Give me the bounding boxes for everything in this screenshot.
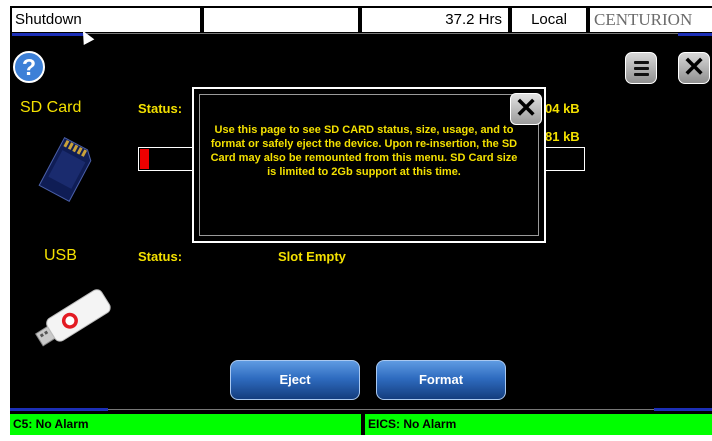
control-mode: Local (512, 8, 586, 32)
menu-icon-line (634, 67, 649, 70)
close-icon: ✕ (514, 93, 538, 123)
alarm-status-eics[interactable]: EICS: No Alarm (365, 414, 712, 435)
sd-card-icon (38, 136, 92, 202)
machine-state: Shutdown (12, 8, 200, 32)
top-bar-blank-cell (204, 8, 358, 32)
sd-card-title: SD Card (20, 99, 82, 116)
format-button[interactable]: Format (376, 360, 506, 400)
help-button[interactable]: ? (13, 51, 45, 83)
dialog-close-button[interactable]: ✕ (510, 93, 542, 125)
usb-status-value: Slot Empty (278, 249, 346, 264)
usb-drive-icon (34, 289, 111, 347)
close-icon: ✕ (682, 52, 706, 82)
help-dialog-text: Use this page to see SD CARD status, siz… (210, 124, 518, 178)
engine-hours: 37.2 Hrs (362, 8, 508, 32)
question-icon: ? (21, 54, 37, 80)
sd-usage-bar (138, 147, 193, 171)
bottom-divider-left (10, 408, 108, 411)
brand-logo: CENTURION (590, 8, 712, 32)
eject-button[interactable]: Eject (230, 360, 360, 400)
sd-size-total: 81 kB (545, 129, 580, 144)
menu-icon-line (634, 73, 649, 76)
sd-status-label: Status: (138, 101, 183, 116)
top-divider-left (12, 33, 87, 36)
sd-size-bar (544, 147, 585, 171)
screen: Shutdown 37.2 Hrs Local CENTURION ? ✕ SD… (10, 6, 712, 435)
usb-status-label: Status: (138, 249, 183, 264)
help-dialog: Use this page to see SD CARD status, siz… (192, 87, 546, 243)
menu-button[interactable] (625, 52, 657, 84)
bottom-divider-right (654, 408, 712, 411)
bottom-divider-mid (108, 409, 654, 410)
bottom-divider (10, 408, 712, 412)
usb-title: USB (44, 247, 77, 264)
sd-usage-fill (140, 149, 149, 169)
menu-icon (634, 61, 649, 64)
top-divider-right (678, 33, 712, 36)
alarm-status-c5[interactable]: C5: No Alarm (10, 414, 361, 435)
close-button[interactable]: ✕ (678, 52, 710, 84)
top-divider (87, 33, 678, 34)
sd-size-used: 04 kB (545, 101, 580, 116)
